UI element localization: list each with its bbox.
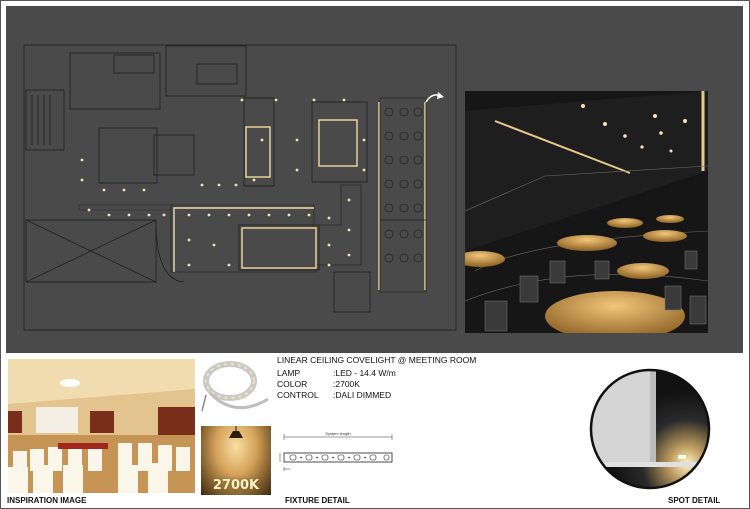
spec-row-control: CONTROL :DALI DIMMED xyxy=(277,390,476,401)
spec-value: :2700K xyxy=(333,379,360,389)
spot-detail-drawing xyxy=(589,368,711,490)
banquet-render-drawing xyxy=(465,91,708,333)
spec-row-lamp: LAMP :LED - 14.4 W/m xyxy=(277,368,476,379)
color-temperature-image: 2700K xyxy=(201,426,271,495)
spec-key: LAMP xyxy=(277,368,301,378)
fixture-dimension-label: System length xyxy=(325,431,350,436)
inspiration-image xyxy=(8,359,195,493)
spec-row-color: COLOR :2700K xyxy=(277,379,476,390)
spec-value: :DALI DIMMED xyxy=(333,390,392,400)
spec-value: :LED - 14.4 W/m xyxy=(333,368,396,378)
spec-key: COLOR xyxy=(277,379,308,389)
color-temperature-badge: 2700K xyxy=(212,478,260,493)
fixture-label: FIXTURE DETAIL xyxy=(285,496,350,505)
fixture-detail-drawing: System length xyxy=(279,431,393,471)
led-strip-image xyxy=(200,359,270,423)
spec-key: CONTROL xyxy=(277,390,319,400)
render-image xyxy=(465,91,708,333)
floor-plan xyxy=(23,44,457,331)
detail-section: INSPIRATION IMAGE 2700K LINEAR CEILING C… xyxy=(0,353,750,509)
fixture-specs: LINEAR CEILING COVELIGHT @ MEETING ROOM … xyxy=(277,355,476,401)
spot-label: SPOT DETAIL xyxy=(668,496,721,505)
inspiration-label: INSPIRATION IMAGE xyxy=(7,496,87,505)
spec-title: LINEAR CEILING COVELIGHT @ MEETING ROOM xyxy=(277,355,477,365)
